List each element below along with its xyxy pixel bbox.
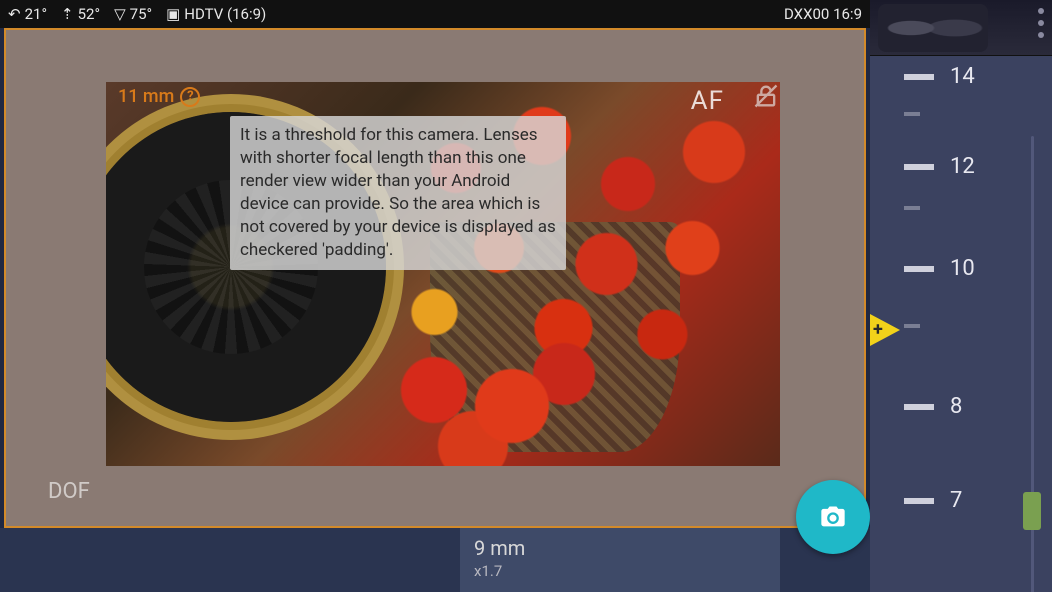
camera-graphic [870,0,1052,56]
roll-value: 52° [78,5,100,23]
camera-icon [819,503,847,531]
scale-tick-14: 14 [870,64,1052,89]
autofocus-toggle[interactable]: AF [691,86,724,116]
format-value: HDTV (16:9) [184,5,266,23]
app-root: ↶ 21° ⇡ 52° ▽ 75° ▣ HDTV (16:9) DXX00 16… [0,0,1052,592]
roll-icon: ⇡ [61,5,74,23]
tilt-value: 21° [25,5,47,23]
zoom-factor-value: x1.7 [474,562,766,580]
focal-threshold-value: 11 mm [118,86,174,107]
angle-icon: ▽ [114,5,126,23]
camera-knob-graphic [878,4,988,52]
scale-tick-minor [870,112,1052,116]
scale-scrollbar-thumb[interactable] [1023,492,1041,530]
scale-tick-12: 12 [870,154,1052,179]
focal-length-rail: 14 12 10 8 7 [870,0,1052,592]
scale-pointer[interactable] [870,314,900,346]
focal-scale[interactable]: 14 12 10 8 7 [870,56,1052,592]
aspect-icon: ▣ [166,5,180,23]
scale-tick-minor [870,206,1052,210]
sensor-readout[interactable]: DXX00 16:9 [784,5,862,23]
tilt-icon: ↶ [8,5,21,23]
status-bar: ↶ 21° ⇡ 52° ▽ 75° ▣ HDTV (16:9) DXX00 16… [0,0,870,28]
scale-tick-8: 8 [870,394,1052,419]
shutter-button[interactable] [796,480,870,554]
tilt-readout: ↶ 21° [8,5,47,23]
scale-tick-10: 10 [870,256,1052,281]
angle-readout: ▽ 75° [114,5,152,23]
focal-length-display[interactable]: 9 mm x1.7 [460,528,780,592]
bottom-bar: 9 mm x1.7 [0,528,870,592]
preview-subject-tomatoes-front [356,326,616,466]
lock-icon[interactable] [752,82,780,110]
focal-length-value: 9 mm [474,536,766,560]
dof-toggle[interactable]: DOF [48,479,90,504]
angle-value: 75° [130,5,152,23]
threshold-tooltip: It is a threshold for this camera. Lense… [230,116,566,270]
info-icon[interactable]: ? [180,87,200,107]
overflow-menu-icon[interactable] [1038,8,1044,38]
focal-threshold-tag[interactable]: 11 mm ? [118,86,200,107]
viewfinder-frame[interactable]: 11 mm ? It is a threshold for this camer… [4,28,866,528]
roll-readout: ⇡ 52° [61,5,100,23]
format-readout[interactable]: ▣ HDTV (16:9) [166,5,266,23]
